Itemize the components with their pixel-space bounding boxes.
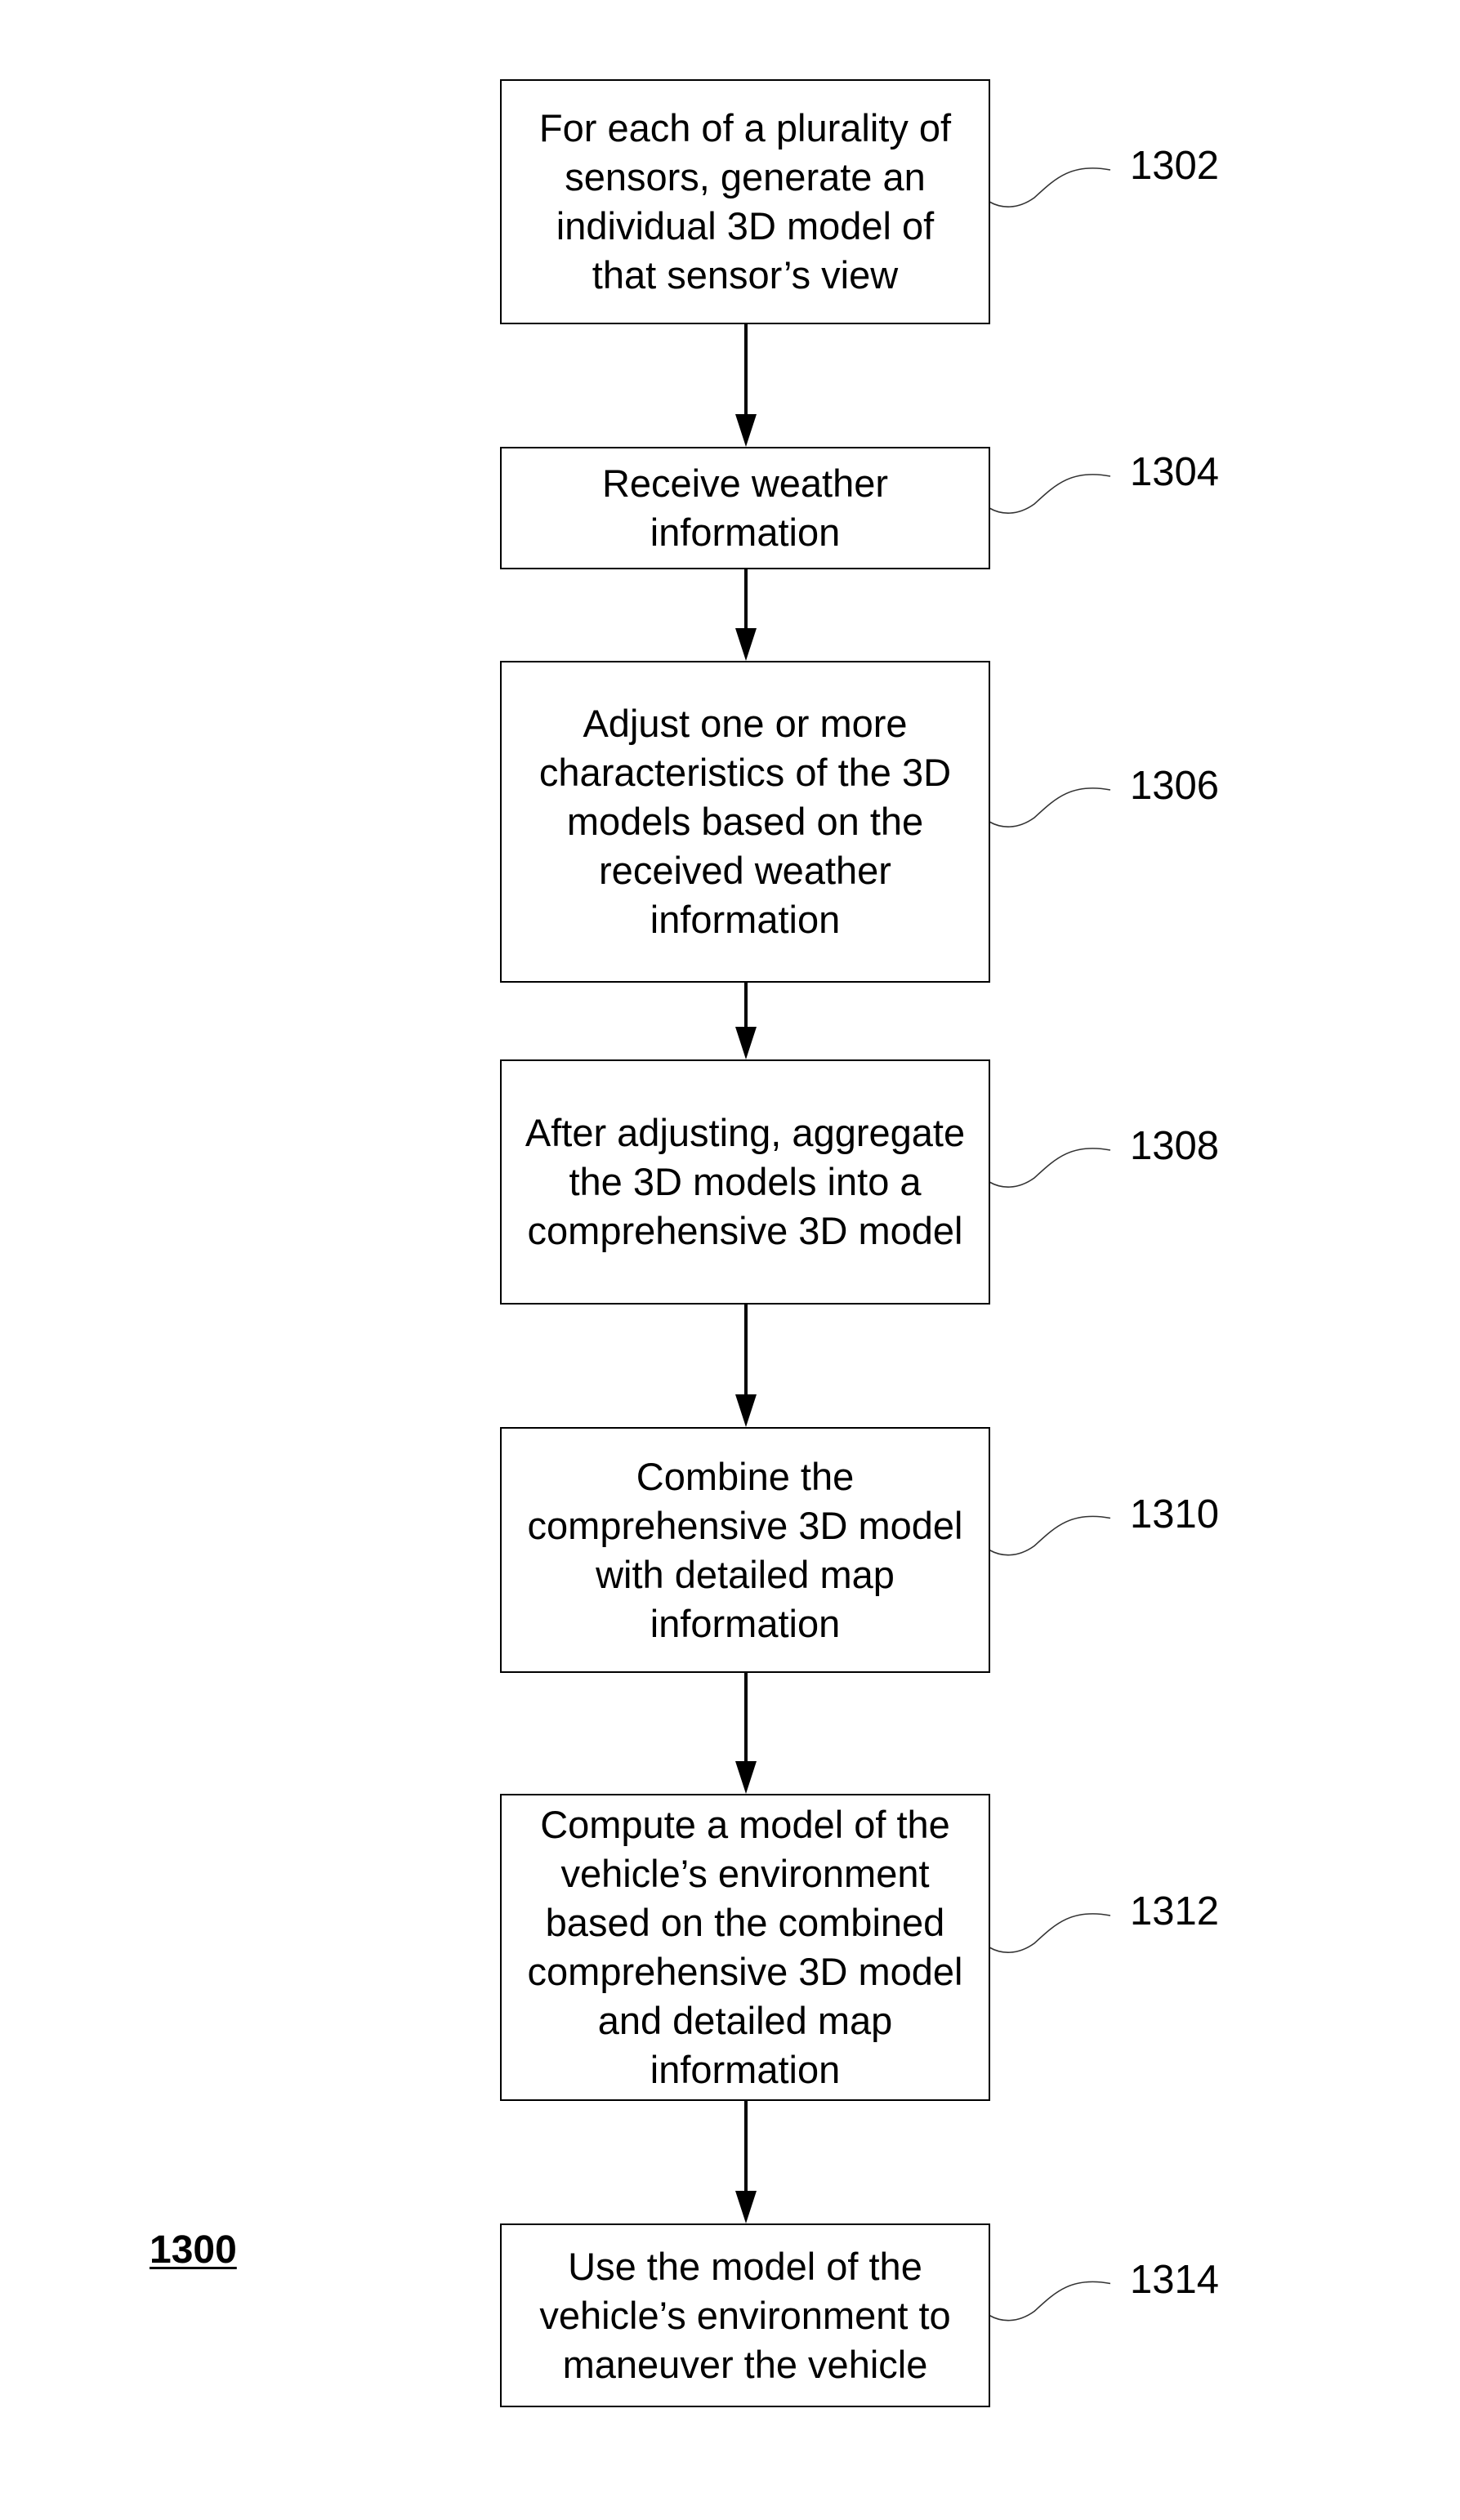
leader-line [989, 1148, 1111, 1188]
leader-line [989, 2281, 1111, 2322]
ref-label-1308: 1308 [1130, 1124, 1220, 1168]
step-box-1314: Use the model of the vehicle’s environme… [500, 2223, 990, 2407]
step-text-line: sensors, generate an [565, 155, 926, 198]
step-box-1302: For each of a plurality of sensors, gene… [500, 79, 990, 324]
step-text-line: information [650, 898, 841, 941]
arrowhead-icon [735, 1394, 757, 1427]
step-text-line: Receive weather [601, 462, 889, 505]
arrowhead-icon [735, 628, 757, 661]
step-text-line: and detailed map [597, 1999, 893, 2042]
step-text-line: individual 3D model of [556, 204, 935, 248]
ref-label-1302: 1302 [1130, 144, 1220, 188]
leader-line [989, 1913, 1111, 1953]
step-text-line: with detailed map [596, 1552, 895, 1596]
step-text-line: the 3D models into a [569, 1160, 922, 1203]
step-text-line: Compute a model of the [540, 1803, 950, 1846]
leader-line [989, 1515, 1111, 1556]
ref-label-1304: 1304 [1130, 450, 1220, 494]
step-box-1304: Receive weather information [500, 447, 990, 569]
step-text-line: After adjusting, aggregate [525, 1111, 966, 1154]
step-box-1310: Combine the comprehensive 3D model with … [500, 1427, 990, 1673]
leader-line [989, 787, 1111, 827]
step-text-line: vehicle’s environment to [539, 2293, 951, 2337]
step-box-1308: After adjusting, aggregate the 3D models… [500, 1059, 990, 1305]
step-text-line: vehicle’s environment [560, 1852, 930, 1895]
ref-label-1314: 1314 [1130, 2258, 1220, 2302]
arrowhead-icon [735, 2191, 757, 2223]
leader-line [989, 167, 1111, 207]
step-text-line: For each of a plurality of [538, 106, 952, 149]
step-box-1312: Compute a model of the vehicle’s environ… [500, 1794, 990, 2101]
step-text-line: comprehensive 3D model [527, 1209, 963, 1252]
ref-label-1306: 1306 [1130, 764, 1220, 808]
ref-label-1310: 1310 [1130, 1492, 1220, 1537]
leader-line [989, 474, 1111, 514]
step-text-line: information [650, 511, 841, 554]
step-text-line: Adjust one or more [583, 702, 908, 745]
arrowhead-icon [735, 414, 757, 447]
arrowhead-icon [735, 1761, 757, 1794]
step-text-line: received weather [599, 849, 891, 892]
step-text-line: information [650, 1601, 841, 1645]
step-box-1306: Adjust one or more characteristics of th… [500, 661, 990, 983]
figure-label: 1300 [150, 2228, 237, 2272]
step-text-line: comprehensive 3D model [527, 1503, 963, 1547]
arrowhead-icon [735, 1027, 757, 1059]
step-text-line: Combine the [636, 1454, 855, 1498]
step-text-line: characteristics of the 3D [538, 751, 952, 794]
step-text-line: based on the combined [545, 1901, 945, 1944]
step-text-line: Use the model of the [568, 2244, 922, 2288]
step-text-line: maneuver the vehicle [562, 2342, 928, 2386]
step-text-line: that sensor’s view [592, 253, 899, 297]
step-text-line: models based on the [566, 800, 924, 843]
step-text-line: comprehensive 3D model [527, 1950, 963, 1993]
step-text-line: information [650, 2048, 841, 2091]
ref-label-1312: 1312 [1130, 1889, 1220, 1933]
